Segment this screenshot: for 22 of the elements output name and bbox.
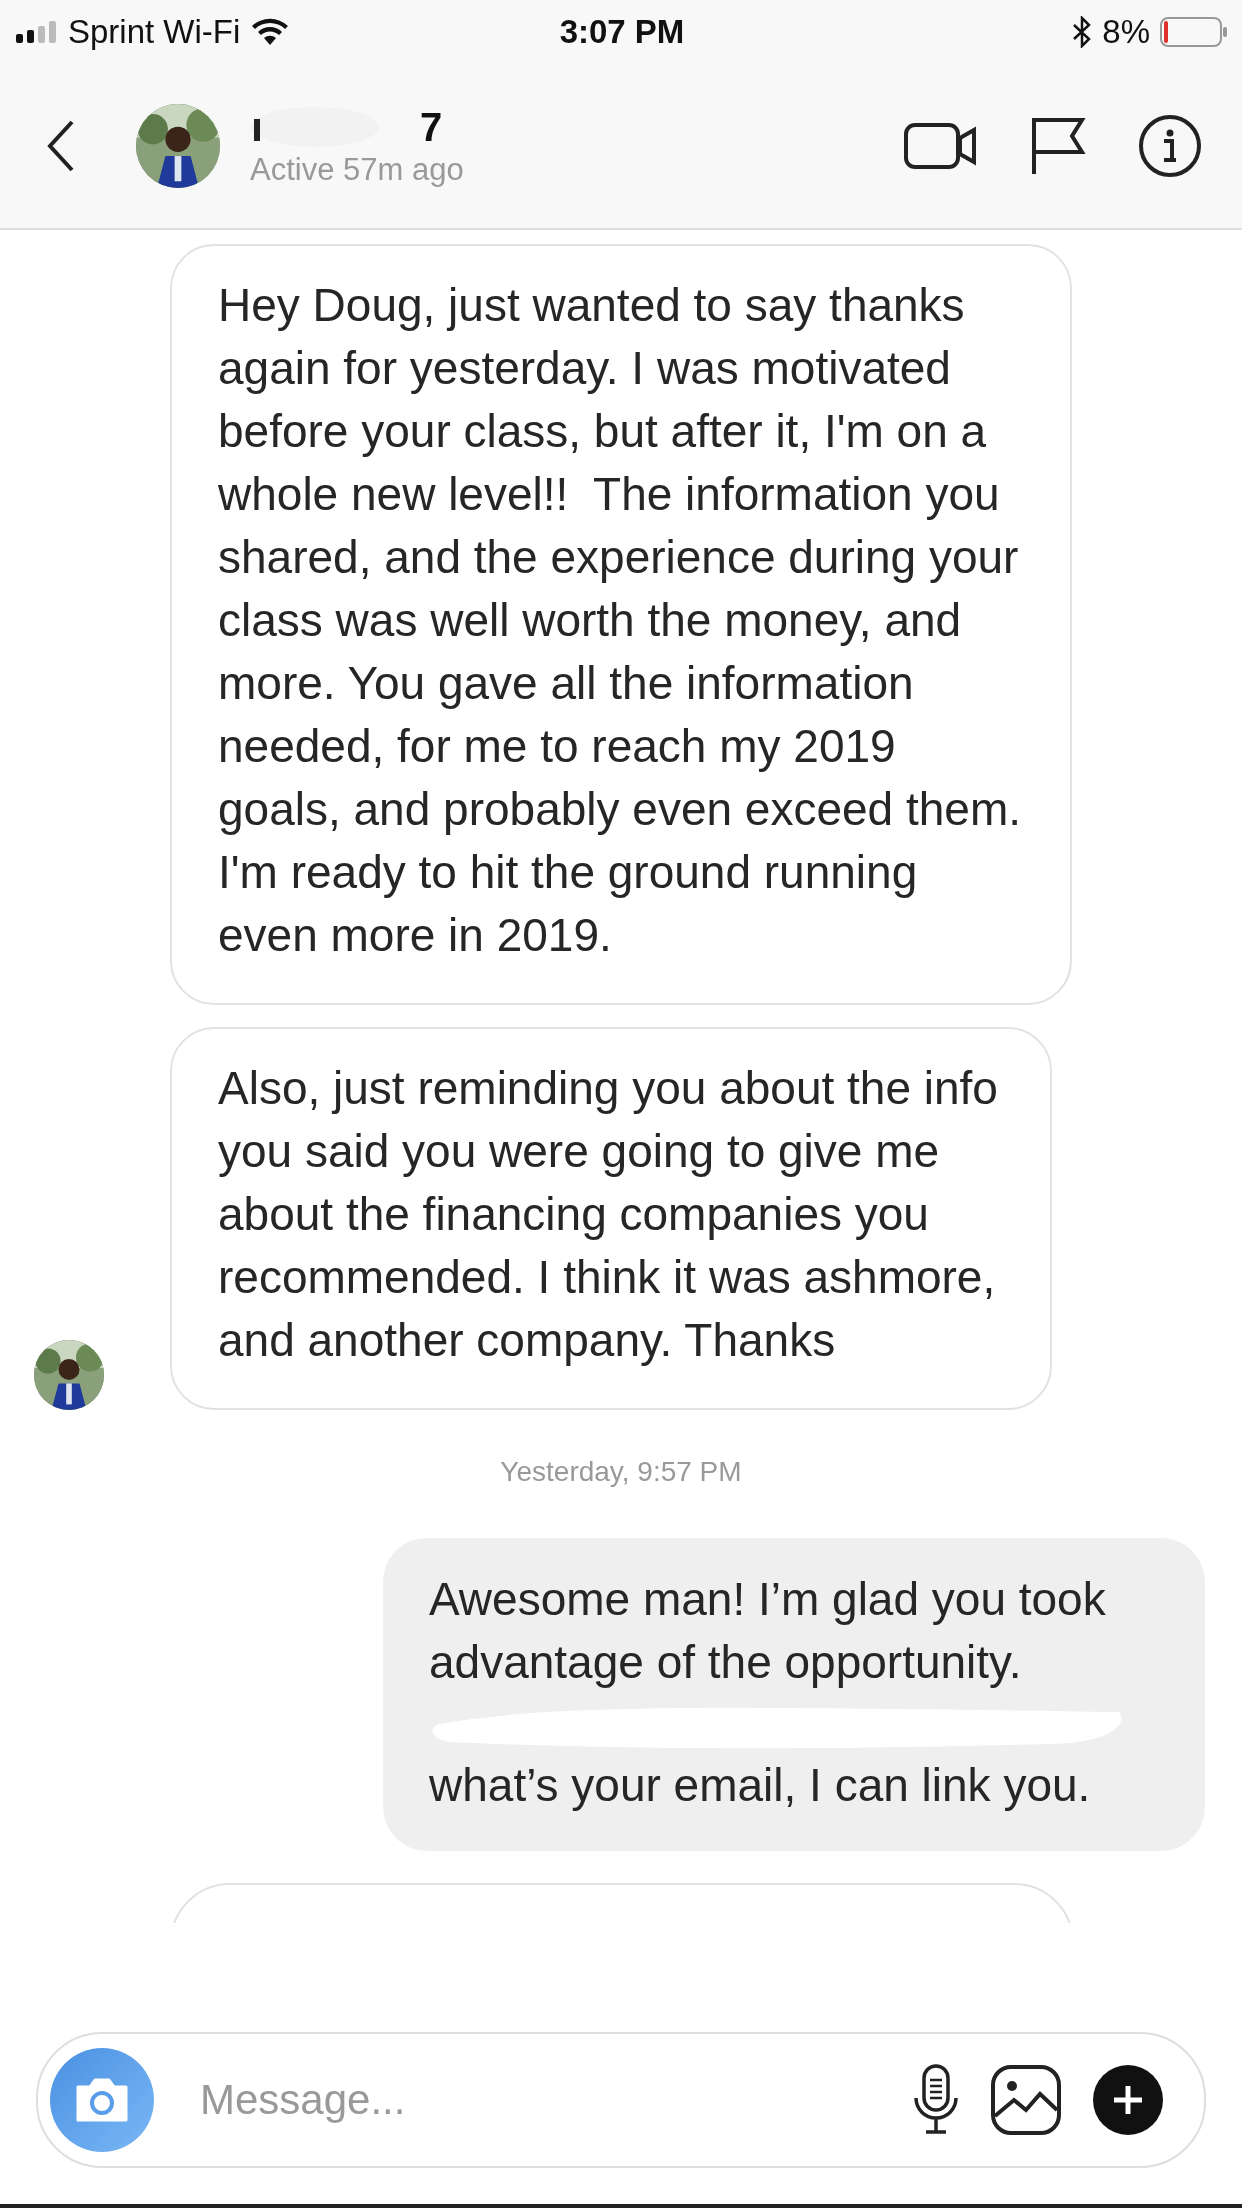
bluetooth-icon: [1072, 16, 1093, 48]
camera-icon: [74, 2077, 130, 2123]
gallery-button[interactable]: [990, 2064, 1062, 2136]
flag-button[interactable]: [1030, 116, 1086, 176]
wifi-icon: [250, 17, 291, 47]
active-status: Active 57m ago: [250, 151, 465, 188]
battery-percent: 8%: [1102, 13, 1150, 51]
contact-name: 7: [420, 104, 443, 150]
message-bubble: Awesome man! I’m glad you took advantage of the opportunity. what’s your email, I can link you.: [383, 1538, 1205, 1851]
timestamp: Yesterday, 9:57 PM: [499, 1456, 743, 1488]
back-button[interactable]: [46, 119, 76, 173]
camera-button[interactable]: [50, 2048, 154, 2152]
add-button[interactable]: [1092, 2064, 1164, 2136]
microphone-button[interactable]: [912, 2064, 960, 2136]
clock: 3:07 PM: [559, 13, 685, 51]
message-bubble: Hey Doug, just wanted to say thanks again for yesterday. I was motivated before your class, but after it, I'm on a whole new level!! The information you shared, and the experience during your class was well worth the money, and more. You gave all the information needed, for me to reach my 2019 goals, and probably even exceed them. I'm ready to hit the ground running even more in 2019.: [170, 244, 1072, 1005]
battery-icon: [1160, 17, 1228, 47]
signal-icon: [16, 21, 58, 43]
carrier-label: Sprint Wi-Fi: [68, 13, 241, 51]
message-bubble: Also, just reminding you about the info you said you were going to give me about the financing companies you recommended. I think it was ashmore, and another company. Thanks: [170, 1027, 1052, 1410]
info-button[interactable]: [1138, 114, 1202, 178]
video-call-button[interactable]: [904, 121, 978, 171]
